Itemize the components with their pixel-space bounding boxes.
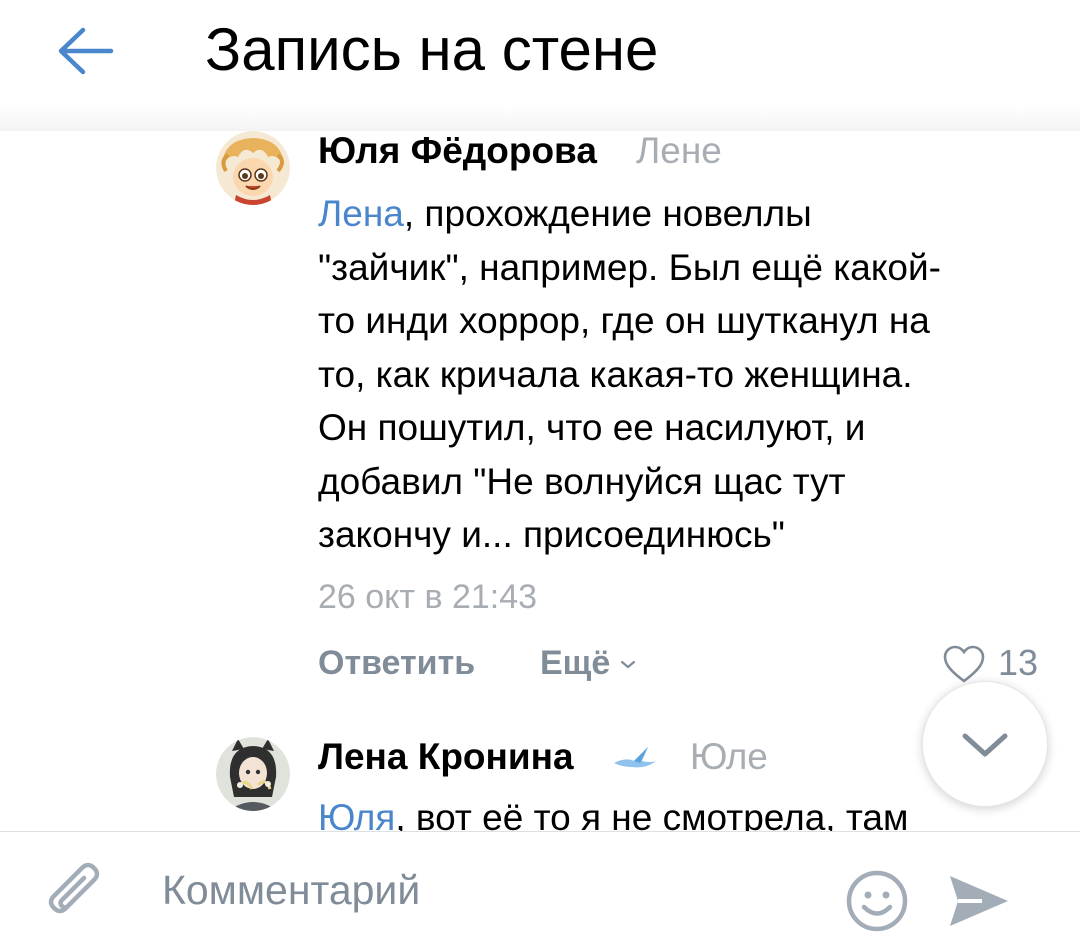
comment-line: то инди хоррор, где он шутканул на (318, 300, 930, 341)
page-title: Запись на стене (205, 16, 659, 83)
avatar[interactable] (216, 131, 290, 205)
smile-icon[interactable] (844, 868, 910, 934)
comment-author[interactable]: Лена Кронина (318, 735, 574, 779)
comment-line: закончу и... присоединюсь" (318, 514, 785, 555)
reply-to-name[interactable]: Юле (690, 735, 768, 779)
chevron-down-icon (620, 660, 635, 669)
comment-author[interactable]: Юля Фёдорова (318, 131, 597, 173)
comment-date: 26 окт в 21:43 (318, 578, 538, 616)
comment-line: Лена, прохождение новеллы (318, 193, 812, 234)
comment-line: добавил "Не волнуйся щас тут (318, 460, 846, 502)
heart-icon (943, 645, 985, 683)
like-count: 13 (998, 642, 1039, 683)
header-divider (0, 105, 1080, 131)
chevron-down-icon (962, 733, 1008, 757)
reply-to-name[interactable]: Лене (636, 131, 722, 173)
comment-line: "зайчик", например. Был ещё какой- (318, 246, 941, 288)
mention-link[interactable]: Лена (318, 193, 404, 234)
scroll-down-button[interactable] (922, 681, 1048, 807)
reply-button[interactable]: Ответить (318, 641, 475, 685)
comment-composer (0, 831, 1080, 947)
mention-link[interactable]: Юля (318, 797, 395, 831)
send-icon[interactable] (946, 868, 1012, 934)
comment-input[interactable] (162, 860, 802, 920)
more-button[interactable]: Ещё (540, 641, 636, 685)
comment-text: Лена, прохождение новеллы "зайчик", напр… (318, 187, 1058, 562)
comments-feed[interactable]: Юля Фёдорова Лене Лена, прохождение нове… (0, 131, 1080, 831)
paperclip-icon[interactable] (40, 860, 110, 930)
like-button[interactable]: 13 (942, 641, 1062, 685)
comment-line: Он пошутил, что ее насилуют, и (318, 407, 866, 448)
back-arrow-icon[interactable] (55, 20, 117, 82)
bird-icon (612, 743, 658, 773)
top-bar: Запись на стене (0, 0, 1080, 105)
avatar[interactable] (216, 737, 290, 811)
comment-line: то, как кричала какая-то женщина. (318, 353, 913, 395)
